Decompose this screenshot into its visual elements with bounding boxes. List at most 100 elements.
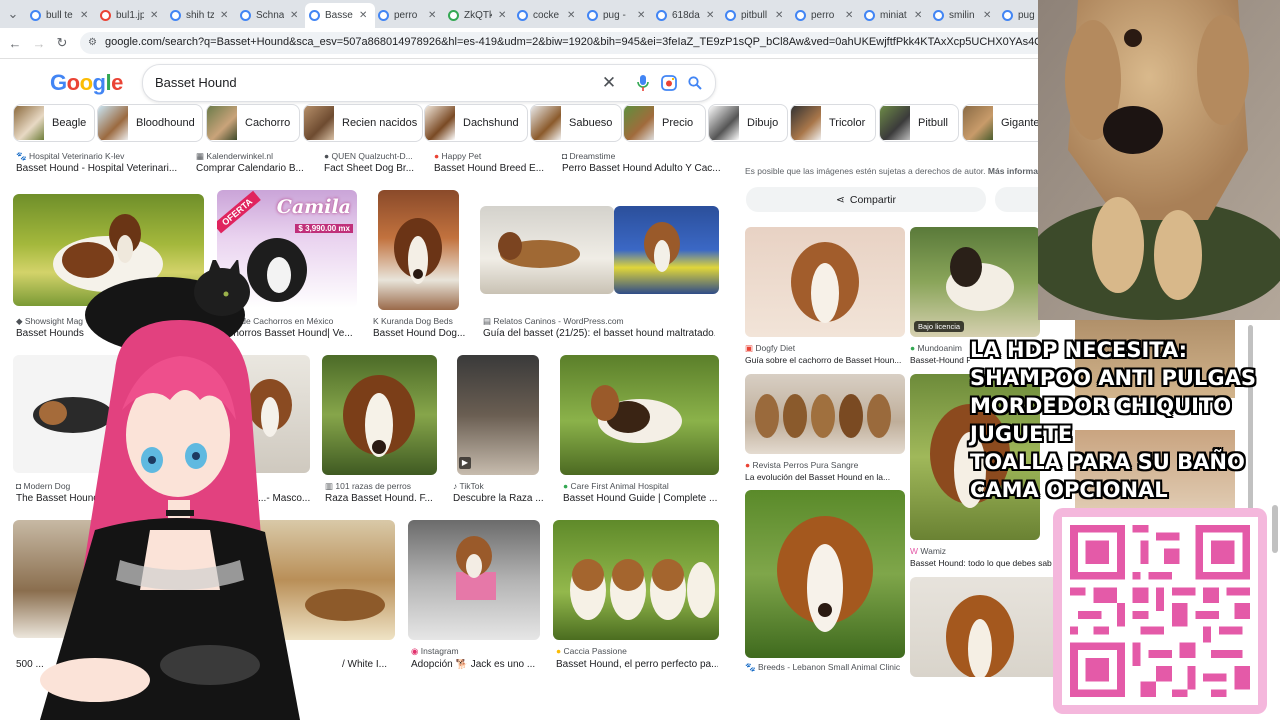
chip-tricolor[interactable]: Tricolor — [790, 104, 876, 142]
chip-dachshund[interactable]: Dachshund — [424, 104, 528, 142]
chip-cachorro[interactable]: Cachorro — [206, 104, 300, 142]
related-source[interactable]: ▣ Dogfy Diet — [745, 343, 905, 354]
result-source[interactable]: ● QUEN Qualzucht-D... — [324, 151, 424, 161]
close-icon[interactable]: ✕ — [359, 10, 367, 21]
reload-icon[interactable]: ↻ — [53, 34, 71, 52]
search-icon[interactable] — [685, 73, 705, 93]
browser-tab[interactable]: ZkQTk ✕ — [448, 4, 512, 26]
result-title[interactable]: Guía del basset (21/25): el basset hound… — [483, 328, 715, 339]
result-title[interactable]: Perro Basset Hound Adulto Y Cac... — [562, 163, 722, 174]
lens-icon[interactable] — [659, 73, 679, 93]
result-title[interactable]: Descubre la Raza ... — [453, 493, 548, 504]
close-icon[interactable]: ✕ — [706, 10, 714, 21]
browser-tab[interactable]: perro ✕ — [795, 4, 859, 26]
chip-sabueso[interactable]: Sabueso — [530, 104, 622, 142]
related-source[interactable]: W Wamiz — [910, 546, 1040, 556]
related-source[interactable]: 🐾 Breeds - Lebanon Small Animal Clinic — [745, 662, 925, 673]
microphone-icon[interactable] — [633, 73, 653, 93]
related-title[interactable]: Guía sobre el cachorro de Basset Houn... — [745, 355, 905, 365]
browser-tab[interactable]: 618da ✕ — [656, 4, 720, 26]
result-image[interactable] — [378, 190, 459, 310]
result-image[interactable] — [480, 206, 614, 294]
google-logo[interactable]: Google — [50, 70, 123, 96]
chip-pitbull[interactable]: Pitbull — [879, 104, 959, 142]
chip-dibujo[interactable]: Dibujo — [708, 104, 788, 142]
related-title[interactable]: La evolución del Basset Hound en la... — [745, 472, 905, 482]
chip-precio[interactable]: Precio — [623, 104, 706, 142]
result-source[interactable]: ▥ 101 razas de perros — [325, 481, 440, 492]
close-icon[interactable]: ✕ — [983, 10, 991, 21]
browser-tab[interactable]: Schna ✕ — [240, 4, 304, 26]
site-info-icon[interactable]: ⚙ — [88, 37, 98, 48]
result-title[interactable]: / White I... — [342, 659, 392, 670]
result-title[interactable]: Basset Hound Guide | Complete ... — [563, 493, 718, 504]
browser-tab[interactable]: pug - ✕ — [587, 4, 651, 26]
result-title[interactable]: Adopción 🐕 Jack es uno ... — [411, 659, 543, 670]
browser-tab[interactable]: cocke ✕ — [517, 4, 581, 26]
result-title[interactable]: Raza Basset Hound. F... — [325, 493, 440, 504]
related-image[interactable] — [745, 227, 905, 337]
result-source[interactable]: K Kuranda Dog Beds — [373, 316, 473, 326]
address-bar-url[interactable]: google.com/search?q=Basset+Hound&sca_esv… — [105, 36, 1125, 48]
close-icon[interactable]: ✕ — [80, 10, 88, 21]
browser-tab[interactable]: smilin ✕ — [933, 4, 997, 26]
result-image[interactable] — [614, 206, 719, 294]
chip-beagle[interactable]: Beagle — [13, 104, 95, 142]
close-icon[interactable]: ✕ — [428, 10, 436, 21]
result-image[interactable] — [408, 520, 540, 640]
result-source[interactable]: ◉ Instagram — [411, 646, 531, 657]
browser-tab[interactable]: miniat ✕ — [864, 4, 928, 26]
browser-tab[interactable]: bul1.jp ✕ — [100, 4, 164, 26]
chip-recien-nacidos[interactable]: Recien nacidos — [303, 104, 423, 142]
result-source[interactable]: ♪ TikTok — [453, 481, 543, 491]
result-image[interactable] — [553, 520, 719, 640]
result-source[interactable]: ● Caccia Passione — [556, 646, 706, 656]
result-title[interactable]: Fact Sheet Dog Br... — [324, 163, 424, 174]
browser-tab[interactable]: pug r — [1002, 4, 1038, 26]
close-icon[interactable]: ✕ — [845, 10, 853, 21]
related-title[interactable]: Basset Hound: todo lo que debes sab... — [910, 558, 1052, 568]
back-icon[interactable]: ← — [6, 34, 24, 52]
related-image[interactable] — [745, 374, 905, 454]
result-title[interactable]: Basset Hound Dog... — [373, 328, 468, 339]
close-icon[interactable]: ✕ — [775, 10, 783, 21]
browser-tab[interactable]: shih tz ✕ — [170, 4, 234, 26]
result-title[interactable]: Basset Hound, el perro perfecto pa... — [556, 659, 718, 670]
result-image[interactable]: ▶ — [457, 355, 539, 475]
result-image[interactable] — [560, 355, 719, 475]
close-icon[interactable]: ✕ — [567, 10, 575, 21]
close-icon[interactable]: ✕ — [290, 10, 298, 21]
related-image[interactable]: Bajo licencia — [910, 227, 1040, 337]
related-title[interactable]: Basset-Hound Perros Raza... — [910, 355, 970, 365]
close-icon[interactable]: ✕ — [637, 10, 645, 21]
tab-search-icon[interactable]: ⌄ — [4, 5, 22, 23]
related-image[interactable] — [910, 577, 1060, 677]
chip-bloodhound[interactable]: Bloodhound — [97, 104, 203, 142]
result-source[interactable]: ◘ Dreamstime — [562, 151, 722, 161]
browser-tab[interactable]: pitbull ✕ — [725, 4, 789, 26]
result-title[interactable]: Basset Hound - Hospital Veterinari... — [16, 163, 186, 174]
browser-tab[interactable]: bull te ✕ — [30, 4, 94, 26]
result-source[interactable]: ▦ Kalenderwinkel.nl — [196, 151, 316, 162]
close-icon[interactable]: ✕ — [220, 10, 228, 21]
result-source[interactable]: 🐾 Hospital Veterinario K-lev — [16, 151, 186, 162]
related-source[interactable]: ● Mundoanim — [910, 343, 970, 353]
result-source[interactable]: ▤ Relatos Caninos - WordPress.com — [483, 316, 713, 327]
related-image[interactable] — [745, 490, 905, 658]
search-input[interactable]: Basset Hound — [155, 75, 237, 90]
result-title[interactable]: Basset Hound Breed E... — [434, 163, 549, 174]
clear-icon[interactable]: ✕ — [599, 73, 619, 93]
page-scrollbar[interactable] — [1272, 505, 1278, 553]
browser-tab-active[interactable]: Basse ✕ — [305, 3, 375, 28]
close-icon[interactable]: ✕ — [150, 10, 158, 21]
search-box[interactable]: Basset Hound ✕ — [142, 64, 716, 102]
related-source[interactable]: ● Revista Perros Pura Sangre — [745, 460, 905, 470]
forward-icon[interactable]: → — [30, 34, 48, 52]
address-bar[interactable]: ⚙ google.com/search?q=Basset+Hound&sca_e… — [80, 32, 1130, 54]
result-source[interactable]: ● Happy Pet — [434, 151, 549, 161]
result-title[interactable]: Comprar Calendario B... — [196, 163, 316, 174]
save-button[interactable] — [995, 187, 1040, 212]
close-icon[interactable]: ✕ — [914, 10, 922, 21]
result-source[interactable]: ● Care First Animal Hospital — [563, 481, 718, 491]
browser-tab[interactable]: perro ✕ — [378, 4, 442, 26]
